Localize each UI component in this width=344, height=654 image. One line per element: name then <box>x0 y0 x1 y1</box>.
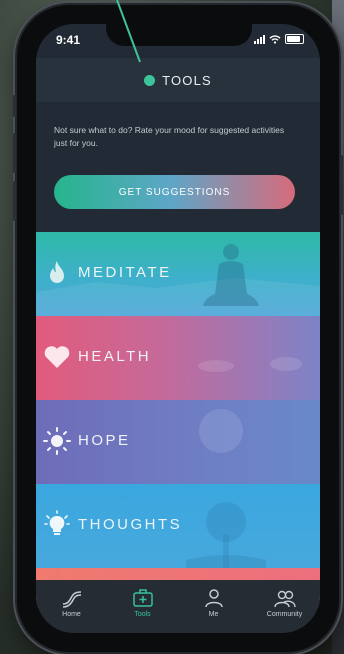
page-header: TOOLS <box>36 58 320 102</box>
lightbulb-icon <box>44 510 70 535</box>
status-icons <box>254 34 304 44</box>
battery-icon <box>285 34 304 44</box>
volume-up-button <box>13 133 16 173</box>
get-suggestions-button[interactable]: GET SUGGESTIONS <box>54 175 295 209</box>
tree-decoration <box>186 502 266 568</box>
header-dot-icon <box>144 74 156 86</box>
tab-tools-label: Tools <box>134 611 151 618</box>
phone-frame: 9:41 TOOLS Not sure what to do? Rate you… <box>13 5 343 652</box>
heart-icon <box>44 346 70 368</box>
tools-list: MEDITATE HEALTH HOPE THOUGHTS <box>36 232 320 608</box>
tool-card-health[interactable]: HEALTH <box>36 316 320 400</box>
tool-label-hope: HOPE <box>78 432 131 449</box>
tab-community[interactable]: Community <box>249 580 320 633</box>
people-icon <box>273 590 296 608</box>
tool-card-meditate[interactable]: MEDITATE <box>36 232 320 316</box>
tab-me-label: Me <box>208 611 219 618</box>
mute-switch <box>13 95 16 117</box>
wifi-icon <box>269 34 281 44</box>
power-button <box>340 155 343 215</box>
moon-decoration <box>199 409 243 453</box>
person-icon <box>204 589 223 608</box>
home-icon <box>62 591 81 608</box>
tool-card-thoughts[interactable]: THOUGHTS <box>36 484 320 568</box>
notch <box>106 24 252 46</box>
app-screen: 9:41 TOOLS Not sure what to do? Rate you… <box>36 24 320 633</box>
volume-down-button <box>13 181 16 221</box>
sun-icon <box>43 427 71 455</box>
meditating-person-decoration <box>203 244 259 306</box>
mountain-decoration <box>36 278 320 316</box>
flame-icon <box>50 261 64 283</box>
tool-card-hope[interactable]: HOPE <box>36 400 320 484</box>
tab-community-label: Community <box>266 611 303 618</box>
tool-label-thoughts: THOUGHTS <box>78 516 183 533</box>
status-time: 9:41 <box>56 33 81 47</box>
plants-decoration <box>198 357 302 372</box>
suggestion-text: Not sure what to do? Rate your mood for … <box>54 125 285 148</box>
cellular-signal-icon <box>254 34 265 44</box>
tab-home-label: Home <box>62 611 81 618</box>
suggestion-panel: Not sure what to do? Rate your mood for … <box>36 102 320 232</box>
tool-label-meditate: MEDITATE <box>78 264 172 281</box>
tab-home[interactable]: Home <box>36 580 107 633</box>
bottom-tab-bar: Home Tools Me Community <box>36 580 320 633</box>
tool-label-health: HEALTH <box>78 348 152 365</box>
tab-me[interactable]: Me <box>178 580 249 633</box>
tab-tools[interactable]: Tools <box>107 580 178 633</box>
toolbox-icon <box>132 589 153 607</box>
page-title: TOOLS <box>162 72 212 88</box>
